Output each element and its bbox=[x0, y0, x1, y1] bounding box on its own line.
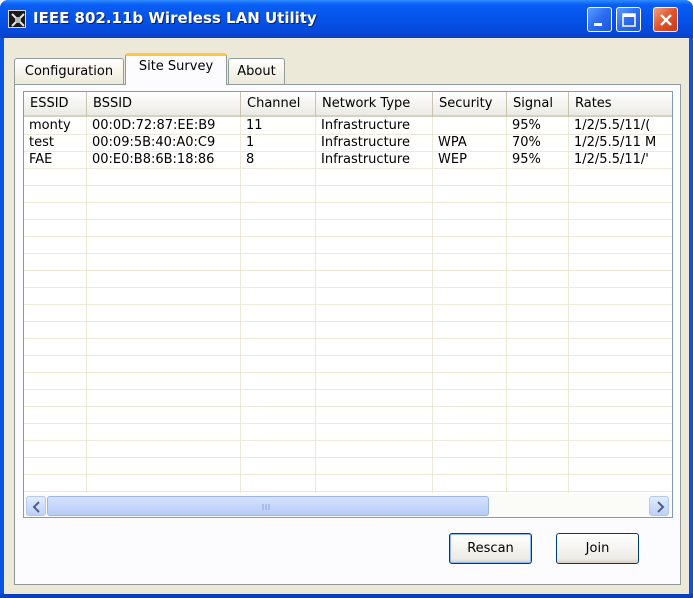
chevron-left-icon bbox=[32, 501, 40, 513]
column-header-bssid[interactable]: BSSID bbox=[87, 92, 241, 117]
cell-rates: 1/2/5.5/11/( bbox=[574, 118, 651, 133]
maximize-button[interactable] bbox=[616, 7, 641, 32]
cell-essid: test bbox=[29, 135, 54, 150]
grid-line-vertical bbox=[568, 117, 569, 493]
grid-line-horizontal bbox=[24, 440, 672, 441]
grid-line-vertical bbox=[432, 117, 433, 493]
cell-bssid: 00:09:5B:40:A0:C9 bbox=[92, 135, 216, 150]
table-row[interactable]: test 00:09:5B:40:A0:C9 1 Infrastructure … bbox=[24, 135, 672, 151]
join-button[interactable]: Join bbox=[556, 533, 639, 564]
chevron-right-icon bbox=[657, 501, 665, 513]
cell-security bbox=[433, 118, 507, 134]
maximize-icon bbox=[622, 13, 636, 27]
cell-signal: 95% bbox=[512, 118, 541, 133]
grid-line-horizontal bbox=[24, 321, 672, 322]
grid-line-vertical bbox=[86, 117, 87, 493]
grid-line-horizontal bbox=[24, 219, 672, 220]
site-survey-panel: ESSID BSSID Channel Network Type Securit… bbox=[14, 84, 681, 585]
horizontal-scrollbar[interactable] bbox=[24, 494, 672, 517]
grid-line-horizontal bbox=[24, 270, 672, 271]
tab-site-survey[interactable]: Site Survey bbox=[125, 53, 227, 85]
grip-icon bbox=[262, 504, 270, 510]
cell-rates: 1/2/5.5/11/' bbox=[574, 152, 649, 167]
cell-channel: 1 bbox=[246, 135, 255, 150]
column-header-security[interactable]: Security bbox=[433, 92, 507, 117]
grid-line-horizontal bbox=[24, 355, 672, 356]
grid-line-horizontal bbox=[24, 168, 672, 169]
app-window: IEEE 802.11b Wireless LAN Utility Config… bbox=[0, 0, 693, 598]
cell-signal: 95% bbox=[512, 152, 541, 167]
cell-network-type: Infrastructure bbox=[321, 135, 410, 150]
column-header-channel[interactable]: Channel bbox=[241, 92, 316, 117]
window-client-area: Configuration Site Survey About ESSID BS… bbox=[4, 38, 689, 594]
cell-bssid: 00:0D:72:87:EE:B9 bbox=[92, 118, 216, 133]
grid-line-horizontal bbox=[24, 474, 672, 475]
cell-network-type: Infrastructure bbox=[321, 118, 410, 133]
column-header-signal[interactable]: Signal bbox=[507, 92, 569, 117]
scroll-left-button[interactable] bbox=[26, 496, 46, 516]
tab-configuration[interactable]: Configuration bbox=[14, 58, 124, 85]
column-header-network-type[interactable]: Network Type bbox=[316, 92, 433, 117]
cell-essid: monty bbox=[29, 118, 71, 133]
cell-channel: 11 bbox=[246, 118, 263, 133]
column-header-rates[interactable]: Rates bbox=[569, 92, 672, 117]
rescan-button[interactable]: Rescan bbox=[449, 533, 532, 564]
close-button[interactable] bbox=[653, 7, 678, 32]
list-body: monty 00:0D:72:87:EE:B9 11 Infrastructur… bbox=[24, 117, 672, 493]
cell-channel: 8 bbox=[246, 152, 255, 167]
column-header-essid[interactable]: ESSID bbox=[24, 92, 87, 117]
grid-line-vertical bbox=[506, 117, 507, 493]
close-icon bbox=[660, 14, 672, 26]
minimize-button[interactable] bbox=[587, 7, 612, 32]
grid-line-horizontal bbox=[24, 389, 672, 390]
scroll-right-button[interactable] bbox=[649, 496, 669, 516]
grid-line-horizontal bbox=[24, 372, 672, 373]
grid-line-horizontal bbox=[24, 202, 672, 203]
cell-rates: 1/2/5.5/11 M bbox=[574, 135, 657, 150]
grid-line-horizontal bbox=[24, 236, 672, 237]
cell-security: WPA bbox=[438, 135, 467, 150]
grid-line-horizontal bbox=[24, 457, 672, 458]
list-header: ESSID BSSID Channel Network Type Securit… bbox=[24, 92, 672, 117]
grid-line-horizontal bbox=[24, 491, 672, 492]
grid-line-horizontal bbox=[24, 423, 672, 424]
tab-about[interactable]: About bbox=[228, 58, 285, 85]
grid-line-vertical bbox=[315, 117, 316, 493]
grid-line-horizontal bbox=[24, 304, 672, 305]
scrollbar-thumb[interactable] bbox=[47, 496, 489, 516]
network-list[interactable]: ESSID BSSID Channel Network Type Securit… bbox=[23, 91, 673, 518]
table-row[interactable]: monty 00:0D:72:87:EE:B9 11 Infrastructur… bbox=[24, 118, 672, 134]
minimize-icon bbox=[594, 23, 602, 26]
grid-line-horizontal bbox=[24, 406, 672, 407]
cell-network-type: Infrastructure bbox=[321, 152, 410, 167]
network-card-icon[interactable] bbox=[8, 10, 26, 28]
grid-line-horizontal bbox=[24, 253, 672, 254]
grid-line-horizontal bbox=[24, 287, 672, 288]
title-bar[interactable]: IEEE 802.11b Wireless LAN Utility bbox=[0, 0, 693, 38]
cell-bssid: 00:E0:B8:6B:18:86 bbox=[92, 152, 215, 167]
grid-line-vertical bbox=[240, 117, 241, 493]
grid-line-horizontal bbox=[24, 338, 672, 339]
grid-line-horizontal bbox=[24, 185, 672, 186]
table-row[interactable]: FAE 00:E0:B8:6B:18:86 8 Infrastructure W… bbox=[24, 152, 672, 168]
cell-security: WEP bbox=[438, 152, 467, 167]
cell-essid: FAE bbox=[29, 152, 53, 167]
cell-signal: 70% bbox=[512, 135, 541, 150]
window-title: IEEE 802.11b Wireless LAN Utility bbox=[33, 9, 317, 27]
window-bottom-border bbox=[0, 594, 693, 598]
